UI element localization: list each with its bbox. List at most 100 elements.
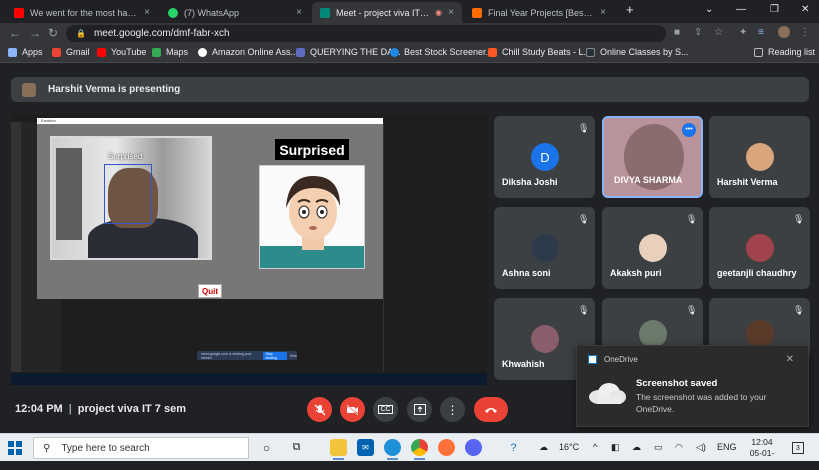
present-icon [413, 404, 426, 415]
captions-button[interactable]: CC [373, 397, 398, 422]
search-icon: ⚲ [43, 442, 51, 454]
participant-name: Akaksh puri [610, 268, 662, 278]
language-indicator[interactable]: ENG [717, 442, 737, 452]
edge-icon[interactable] [384, 439, 401, 460]
participant-tile-divya[interactable]: ••• DIVYA SHARMA [602, 116, 703, 198]
tab-close-icon[interactable]: × [448, 7, 454, 18]
meet-icon [320, 7, 330, 18]
wifi-icon[interactable]: ◠ [675, 442, 683, 453]
onedrive-tray-icon[interactable]: ☁ [632, 442, 641, 453]
tab-search-icon[interactable]: ⌄ [705, 4, 713, 15]
mic-off-icon: 🎙 [793, 214, 805, 224]
cortana-icon[interactable]: ○ [258, 439, 275, 456]
reload-icon[interactable]: ↻ [48, 26, 58, 40]
participant-tile-ashna[interactable]: 🎙 Ashna soni [494, 207, 595, 289]
participant-tile-diksha[interactable]: 🎙 D Diksha Joshi [494, 116, 595, 198]
hang-up-icon [485, 407, 497, 413]
bookmark-label: Chill Study Beats - L... [502, 47, 592, 57]
screen-share-bar: meet.google.com is sharing your screen. … [197, 351, 297, 360]
chevron-up-icon[interactable]: ^ [593, 442, 597, 452]
help-icon[interactable]: ? [505, 439, 522, 456]
bookmark-online-classes[interactable]: Online Classes by S... [586, 47, 689, 57]
bookmark-chill-study[interactable]: Chill Study Beats - L... [488, 47, 591, 57]
firefox-icon[interactable] [438, 439, 455, 456]
youtube-icon [14, 7, 24, 18]
tab-title: We went for the most haunted r [30, 7, 138, 18]
taskbar-clock[interactable]: 12:04 05-01-2022 [744, 437, 780, 470]
participant-tile-geetanjli[interactable]: 🎙 geetanjli chaudhry [709, 207, 810, 289]
stop-sharing-button[interactable]: Stop sharing [262, 351, 287, 360]
bookmark-apps[interactable]: Apps [8, 47, 43, 57]
bookmark-maps[interactable]: Maps [152, 47, 188, 57]
onedrive-notification[interactable]: OneDrive ✕ Screenshot saved The screensh… [576, 345, 809, 427]
tab-youtube[interactable]: We went for the most haunted r × [6, 2, 158, 23]
mic-off-button[interactable] [307, 397, 332, 422]
bookmark-label: Maps [166, 47, 189, 57]
tab-close-icon[interactable]: × [144, 7, 150, 18]
avatar [531, 234, 559, 262]
presenting-banner: Harshit Verma is presenting [11, 77, 809, 102]
camera-off-button[interactable] [340, 397, 365, 422]
participant-tile-akaksh[interactable]: 🎙 Akaksh puri [602, 207, 703, 289]
volume-icon[interactable]: ◁) [696, 442, 706, 453]
windows-start-button[interactable] [8, 441, 22, 455]
back-icon[interactable]: ← [9, 26, 21, 40]
profile-avatar[interactable] [778, 26, 790, 38]
reading-list[interactable]: Reading list [754, 47, 815, 57]
bookmark-querying[interactable]: QUERYING THE DA... [296, 47, 401, 57]
tab-close-icon[interactable]: × [600, 7, 606, 18]
bookmark-stock-screener[interactable]: Best Stock Screener... [390, 47, 493, 57]
extensions-icon[interactable]: ✦ [739, 27, 747, 38]
mic-off-icon [314, 404, 325, 415]
end-call-button[interactable] [474, 397, 508, 422]
more-options-icon[interactable]: ••• [682, 123, 696, 137]
tab-close-icon[interactable]: × [296, 7, 302, 18]
quit-button[interactable]: Quit [198, 284, 222, 298]
mic-off-icon: 🎙 [793, 305, 805, 315]
mic-off-icon: 🎙 [686, 214, 698, 224]
camera-status-icon[interactable]: ■ [674, 27, 680, 38]
hide-button[interactable]: Hide [290, 354, 297, 358]
bookmark-label: Best Stock Screener... [404, 47, 494, 57]
discord-icon[interactable] [465, 439, 482, 456]
bookmark-gmail[interactable]: Gmail [52, 47, 90, 57]
bookmark-star-icon[interactable]: ☆ [714, 27, 723, 38]
file-explorer-icon[interactable] [330, 439, 347, 460]
tab-final-year-projects[interactable]: Final Year Projects [Best Final yea × [464, 2, 614, 23]
notification-count: 3 [796, 444, 800, 452]
site-icon [586, 47, 595, 57]
address-bar[interactable]: 🔒 meet.google.com/dmf-fabr-xch [66, 25, 666, 42]
shared-taskbar [11, 373, 487, 385]
weather-icon[interactable]: ☁ [539, 442, 548, 453]
new-tab-button[interactable]: + [626, 2, 634, 17]
taskbar-search-box[interactable]: ⚲ Type here to search [33, 437, 249, 459]
restore-button[interactable]: ❐ [770, 4, 779, 15]
forward-icon[interactable]: → [29, 26, 41, 40]
media-icon[interactable]: ≡ [758, 27, 764, 38]
apps-grid-icon [8, 47, 17, 57]
chrome-icon[interactable] [411, 439, 428, 460]
share-icon[interactable]: ⇪ [694, 27, 702, 38]
avatar [639, 320, 667, 348]
mic-off-icon: 🎙 [578, 305, 590, 315]
battery-icon[interactable]: ▭ [654, 442, 663, 453]
gmail-icon [52, 47, 61, 57]
tab-whatsapp[interactable]: (7) WhatsApp × [160, 2, 310, 23]
close-icon[interactable]: ✕ [786, 354, 794, 365]
menu-icon[interactable]: ⋮ [800, 27, 810, 38]
tab-meet[interactable]: Meet - project viva IT 7 sem ◉ × [312, 2, 462, 23]
mail-icon[interactable]: ✉ [357, 439, 374, 456]
task-view-icon[interactable]: ⧉ [288, 439, 305, 456]
notification-center-button[interactable]: 3 [792, 442, 804, 454]
shared-screen[interactable]: Emotion Surprised Surprised Quit meet.go… [11, 114, 487, 385]
present-button[interactable] [407, 397, 432, 422]
tab-title: (7) WhatsApp [184, 7, 240, 18]
participant-tile-harshit[interactable]: Harshit Verma [709, 116, 810, 198]
minimize-button[interactable]: — [736, 4, 746, 15]
captions-icon: CC [378, 405, 393, 414]
close-window-button[interactable]: ✕ [801, 4, 809, 15]
bookmark-amazon[interactable]: Amazon Online Ass... [198, 47, 298, 57]
meet-tray-icon[interactable]: ◧ [611, 442, 620, 453]
bookmark-youtube[interactable]: YouTube [97, 47, 146, 57]
more-options-button[interactable]: ⋮ [440, 397, 465, 422]
